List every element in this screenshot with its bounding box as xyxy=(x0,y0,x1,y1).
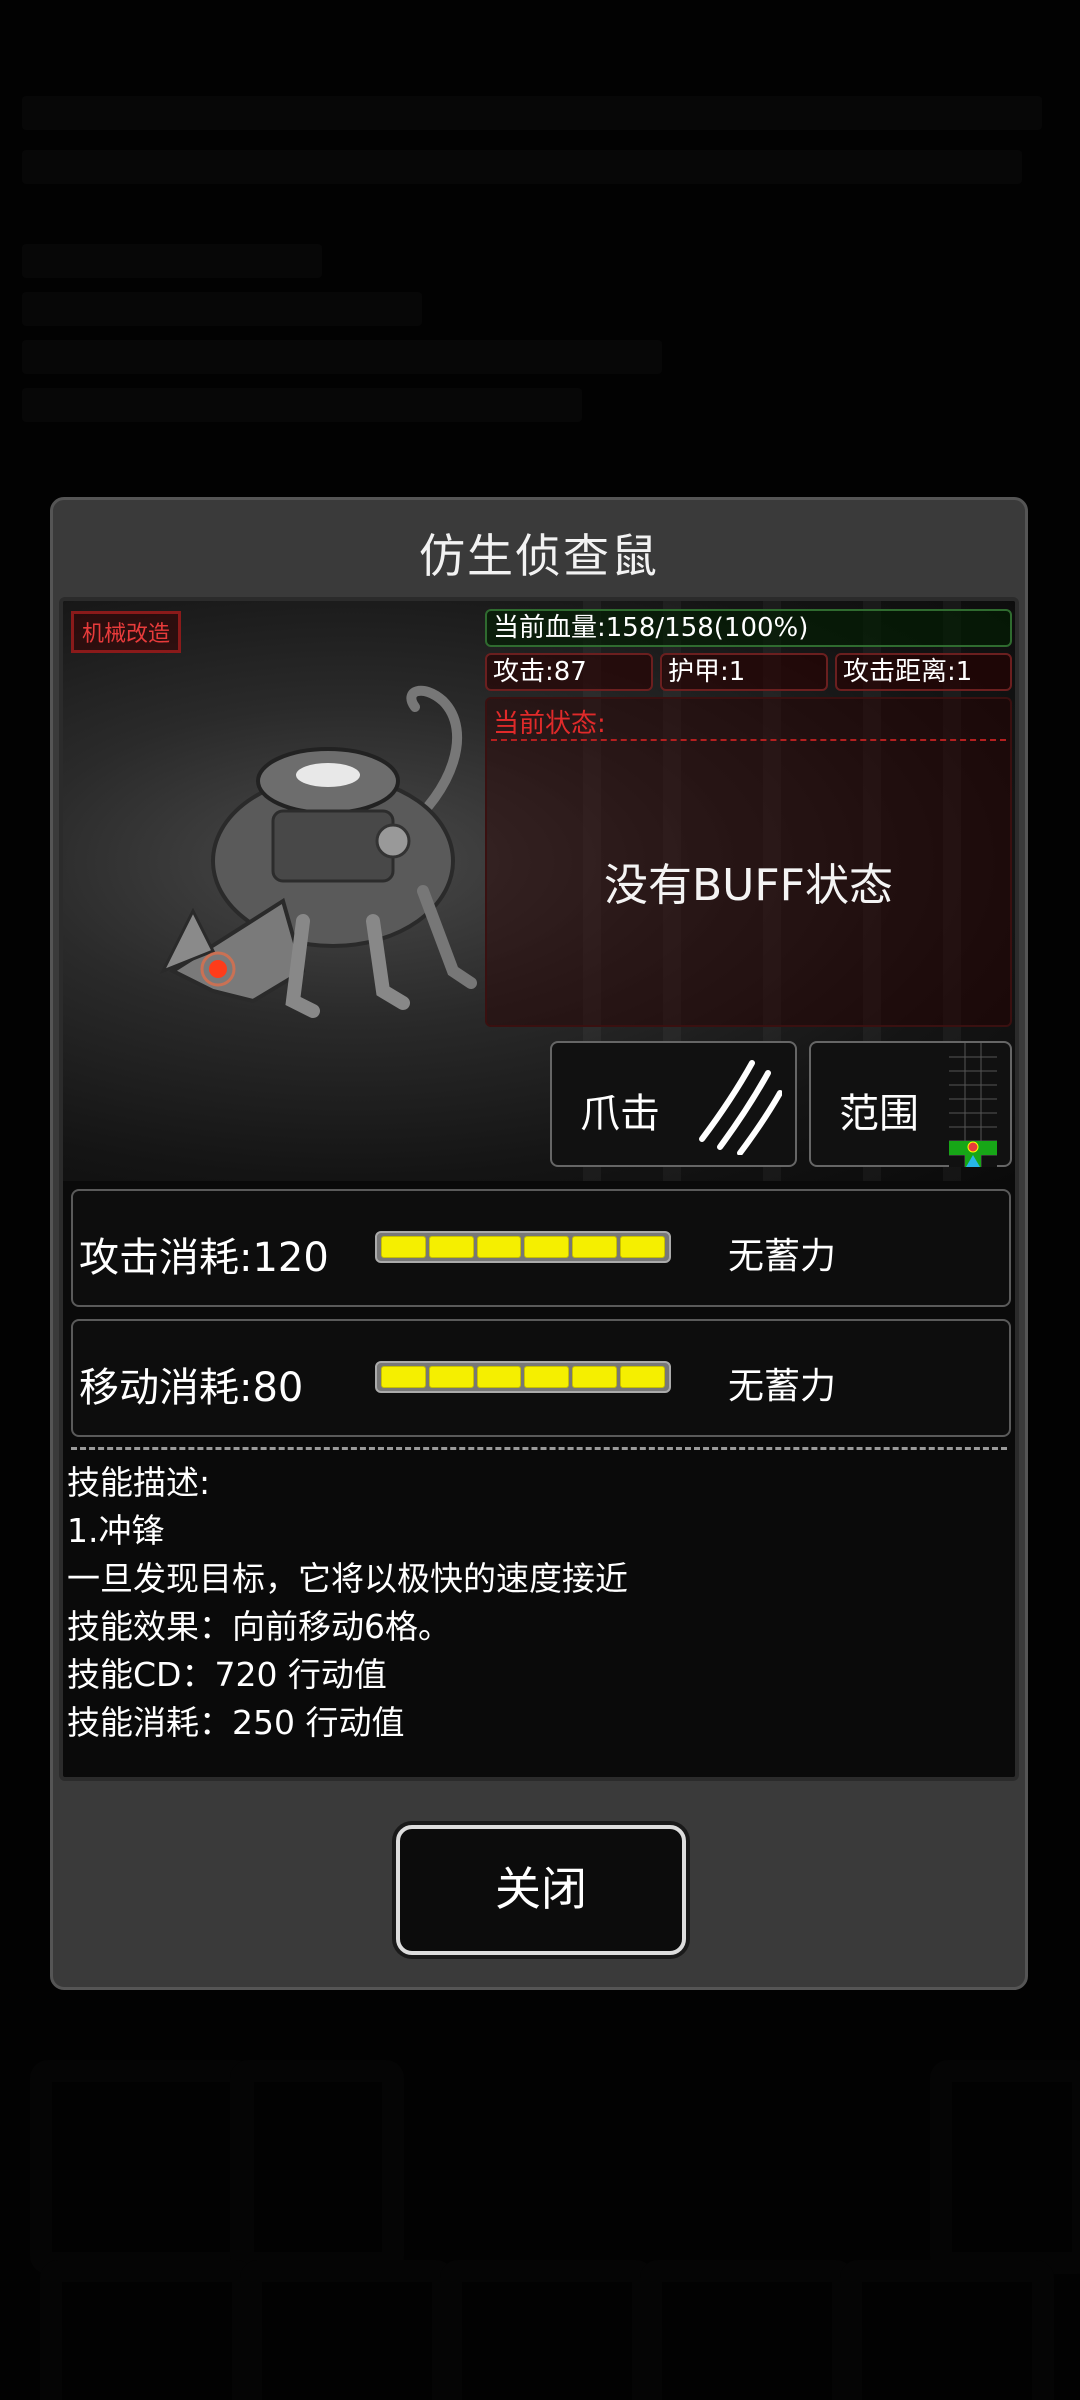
status-divider xyxy=(491,739,1006,741)
dialog-title: 仿生侦查鼠 xyxy=(419,529,659,583)
skill-claw-button[interactable]: 爪击 xyxy=(550,1041,797,1167)
move-cost-row: 移动消耗:80 无蓄力 xyxy=(71,1319,1011,1437)
skill-range-label: 范围 xyxy=(839,1091,919,1137)
close-button[interactable]: 关闭 xyxy=(396,1825,686,1955)
move-charge-text: 无蓄力 xyxy=(728,1366,837,1407)
current-status-box: 当前状态: 没有BUFF状态 xyxy=(485,697,1012,1027)
desc-skill-cd: 技能CD：720 行动值 xyxy=(67,1655,387,1694)
attack-range-stat: 攻击距离:1 xyxy=(835,653,1012,691)
status-label: 当前状态: xyxy=(493,709,606,739)
unit-type-tag: 机械改造 xyxy=(71,611,182,653)
skill-description: 技能描述: 1.冲锋 一旦发现目标，它将以极快的速度接近 技能效果：向前移动6格… xyxy=(67,1459,628,1747)
desc-heading: 技能描述: xyxy=(67,1463,211,1502)
robot-rat-portrait xyxy=(159,685,477,1018)
move-cost-bar xyxy=(375,1361,671,1393)
attack-stat: 攻击:87 xyxy=(485,653,653,691)
skill-range-button[interactable]: 范围 xyxy=(809,1041,1012,1167)
attack-cost-row: 攻击消耗:120 无蓄力 xyxy=(71,1189,1011,1307)
range-grid-icon xyxy=(949,1043,997,1167)
attack-cost-bar xyxy=(375,1231,671,1263)
description-divider xyxy=(71,1447,1007,1450)
hp-stat: 当前血量:158/158(100%) xyxy=(485,609,1012,647)
skill-claw-label: 爪击 xyxy=(580,1091,660,1137)
armor-stat: 护甲:1 xyxy=(660,653,828,691)
move-cost-label: 移动消耗:80 xyxy=(79,1365,304,1411)
attack-cost-label: 攻击消耗:120 xyxy=(79,1235,329,1281)
desc-skill-text: 一旦发现目标，它将以极快的速度接近 xyxy=(67,1559,628,1598)
desc-skill-effect: 技能效果：向前移动6格。 xyxy=(67,1607,451,1646)
claw-slash-icon xyxy=(699,1060,782,1155)
unit-info-dialog: 仿生侦查鼠 机械改造 当前血量:158/158(100%) 攻击:87 护甲:1… xyxy=(50,497,1028,1990)
desc-skill-cost: 技能消耗：250 行动值 xyxy=(67,1703,405,1742)
no-buff-text: 没有BUFF状态 xyxy=(603,860,893,911)
desc-skill-name: 1.冲锋 xyxy=(67,1511,165,1550)
unit-info-panel: 机械改造 当前血量:158/158(100%) 攻击:87 护甲:1 攻击距离:… xyxy=(59,597,1019,1781)
attack-charge-text: 无蓄力 xyxy=(728,1236,837,1277)
unit-portrait-scene: 机械改造 当前血量:158/158(100%) 攻击:87 护甲:1 攻击距离:… xyxy=(63,601,1015,1181)
